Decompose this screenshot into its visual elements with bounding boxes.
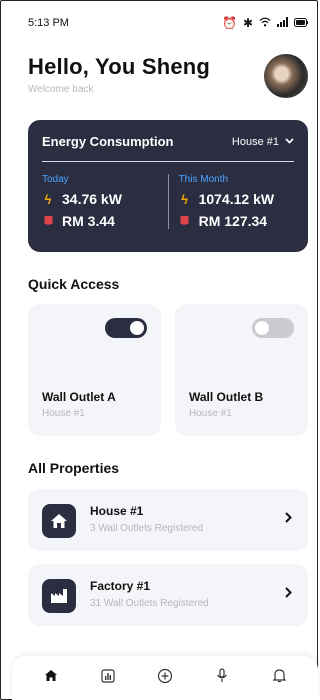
today-label: Today (42, 174, 69, 185)
nav-notifications-button[interactable] (265, 664, 293, 692)
toggle-knob (255, 321, 269, 335)
status-icons: ⏰ ✱ (222, 16, 308, 30)
nav-voice-button[interactable] (208, 664, 236, 692)
property-detail: 31 Wall Outlets Registered (90, 598, 209, 609)
energy-consumption-card: Energy Consumption House #1 Today ϟ 34.7… (28, 120, 308, 252)
outlet-name: Wall Outlet B (189, 390, 264, 404)
status-time: 5:13 PM (28, 17, 69, 29)
month-label: This Month (178, 174, 229, 185)
energy-divider (42, 161, 294, 162)
nav-add-button[interactable] (151, 664, 179, 692)
outlet-location: House #1 (189, 408, 232, 419)
chevron-right-icon (285, 585, 292, 601)
lightning-icon: ϟ (44, 191, 52, 207)
outlet-a-toggle[interactable] (105, 318, 147, 338)
property-item-house-1[interactable]: House #1 3 Wall Outlets Registered (28, 489, 308, 551)
chevron-down-icon (285, 136, 294, 147)
add-icon (157, 668, 173, 689)
home-icon (42, 504, 76, 538)
lightning-icon: ϟ (181, 191, 189, 207)
toggle-knob (130, 321, 144, 335)
signal-icon (277, 16, 288, 30)
nav-stats-button[interactable] (94, 664, 122, 692)
wifi-icon (259, 16, 271, 30)
quick-access-card-outlet-a[interactable]: Wall Outlet A House #1 (28, 304, 161, 436)
alarm-icon: ⏰ (221, 16, 237, 30)
factory-icon (42, 579, 76, 613)
chevron-right-icon (285, 510, 292, 526)
month-power: 1074.12 kW (198, 191, 275, 207)
welcome-subtitle: Welcome back (28, 84, 94, 95)
outlet-location: House #1 (42, 408, 85, 419)
today-column: Today ϟ 34.76 kW RM 3.44 (42, 174, 168, 229)
status-bar: 5:13 PM ⏰ ✱ (0, 0, 318, 46)
house-selector[interactable]: House #1 (232, 136, 294, 148)
property-name: Factory #1 (90, 579, 151, 593)
home-icon (44, 669, 58, 687)
greeting-title: Hello, You Sheng (28, 54, 211, 79)
avatar[interactable] (264, 54, 308, 98)
energy-card-title: Energy Consumption (42, 134, 174, 149)
outlet-name: Wall Outlet A (42, 390, 116, 404)
today-power: 34.76 kW (62, 191, 122, 207)
bluetooth-icon: ✱ (242, 16, 253, 30)
chart-icon (101, 668, 115, 688)
bottom-nav (12, 656, 318, 700)
battery-icon (294, 16, 308, 30)
all-properties-title: All Properties (28, 460, 120, 476)
quick-access-card-outlet-b[interactable]: Wall Outlet B House #1 (175, 304, 308, 436)
outlet-b-toggle[interactable] (252, 318, 294, 338)
nav-home-button[interactable] (37, 664, 65, 692)
property-name: House #1 (90, 504, 144, 518)
property-item-factory-1[interactable]: Factory #1 31 Wall Outlets Registered (28, 564, 308, 626)
today-cost: RM 3.44 (62, 213, 115, 229)
bell-icon (272, 668, 287, 688)
quick-access-title: Quick Access (28, 276, 120, 292)
house-selector-label: House #1 (231, 135, 279, 148)
microphone-icon (216, 668, 228, 688)
coins-icon (179, 215, 191, 228)
coins-icon (42, 215, 54, 228)
property-detail: 3 Wall Outlets Registered (90, 523, 204, 534)
month-cost: RM 127.34 (198, 213, 268, 229)
month-column: This Month ϟ 1074.12 kW RM 127.34 (167, 174, 294, 229)
